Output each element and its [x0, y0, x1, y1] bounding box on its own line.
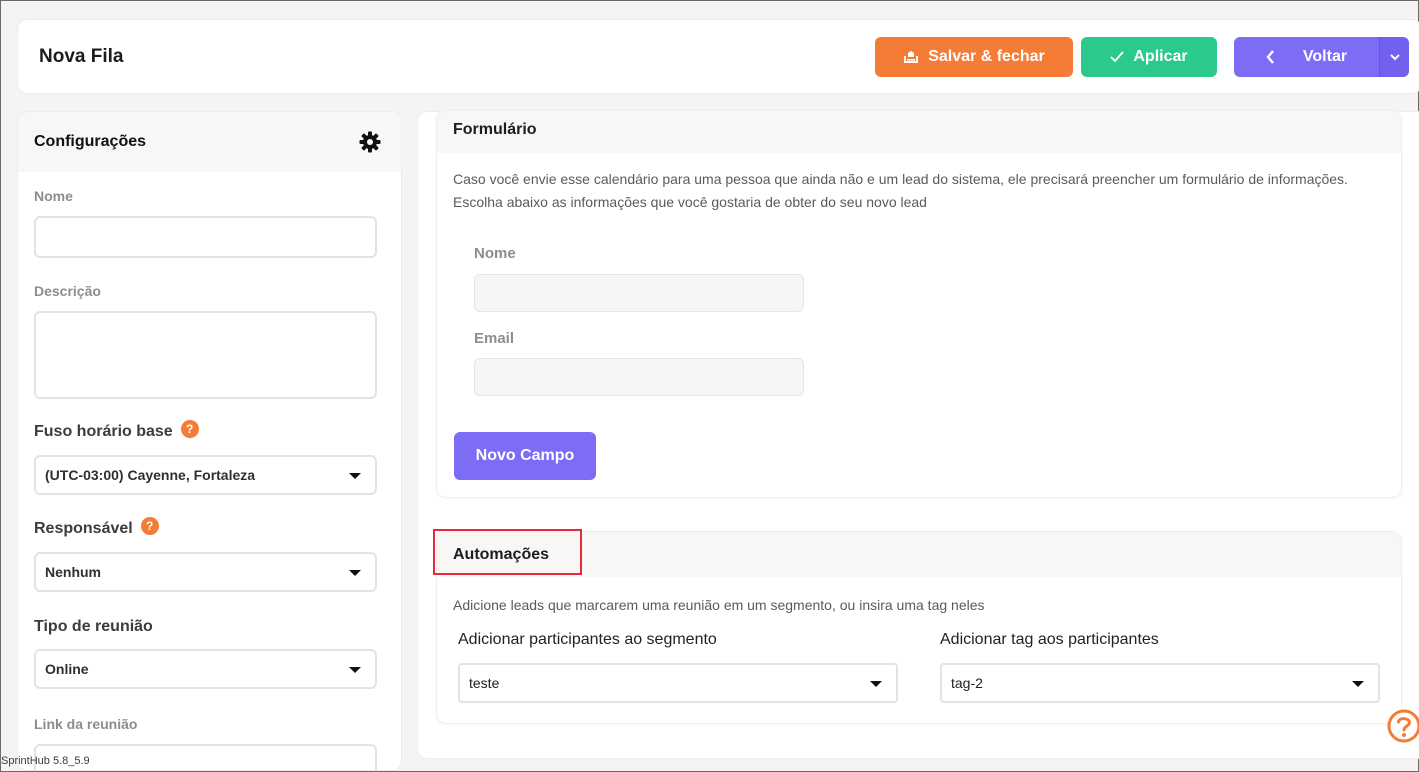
description-label: Descrição — [34, 283, 101, 299]
description-textarea[interactable] — [34, 311, 377, 399]
segment-select[interactable]: teste — [458, 663, 898, 703]
apply-button[interactable]: Aplicar — [1081, 37, 1217, 77]
chevron-down-icon — [1389, 53, 1400, 61]
form-card-header: Formulário — [437, 111, 1401, 153]
timezone-value: (UTC-03:00) Cayenne, Fortaleza — [45, 467, 256, 483]
help-circle-icon[interactable] — [1387, 707, 1419, 745]
back-button[interactable]: Voltar — [1234, 37, 1379, 77]
responsible-label: Responsável — [34, 520, 133, 537]
gear-icon[interactable] — [359, 131, 381, 158]
form-name-label: Nome — [474, 245, 516, 262]
tag-value: tag-2 — [951, 675, 983, 691]
form-title: Formulário — [453, 121, 537, 138]
caret-down-icon — [349, 473, 361, 479]
help-icon[interactable]: ? — [140, 517, 159, 535]
caret-down-icon — [1352, 681, 1364, 687]
timezone-label-row: Fuso horário base ? — [34, 420, 199, 441]
name-label: Nome — [34, 188, 73, 204]
page-header: Nova Fila Salvar & fechar Aplicar Voltar — [17, 19, 1419, 94]
automations-description: Adicione leads que marcarem uma reunião … — [453, 597, 985, 613]
main-panel: Formulário Caso você envie esse calendár… — [417, 110, 1419, 759]
save-close-icon — [903, 50, 919, 64]
configuration-panel: Configurações Nome Descrição Fuso horári… — [17, 111, 402, 771]
meeting-link-label: Link da reunião — [34, 716, 138, 732]
check-icon — [1110, 51, 1125, 63]
form-description-line1: Caso você envie esse calendário para uma… — [453, 171, 1348, 187]
version-text: SprintHub 5.8_5.9 — [1, 755, 90, 767]
page-title: Nova Fila — [39, 46, 124, 67]
meeting-type-label: Tipo de reunião — [34, 618, 153, 635]
form-email-label: Email — [474, 330, 515, 347]
form-description-line2: Escolha abaixo as informações que você g… — [453, 194, 927, 210]
segment-value: teste — [469, 675, 500, 691]
new-field-button[interactable]: Novo Campo — [454, 432, 596, 480]
caret-down-icon — [870, 681, 882, 687]
tag-label: Adicionar tag aos participantes — [940, 631, 1159, 648]
meeting-type-value: Online — [45, 661, 89, 677]
segment-label: Adicionar participantes ao segmento — [458, 631, 717, 648]
caret-down-icon — [349, 570, 361, 576]
help-icon[interactable]: ? — [180, 420, 199, 438]
caret-down-icon — [349, 667, 361, 673]
form-email-input[interactable] — [474, 358, 804, 396]
timezone-label: Fuso horário base — [34, 423, 173, 440]
timezone-select[interactable]: (UTC-03:00) Cayenne, Fortaleza — [34, 455, 377, 495]
form-name-input[interactable] — [474, 274, 804, 312]
chevron-left-icon — [1266, 50, 1275, 64]
save-and-close-button[interactable]: Salvar & fechar — [875, 37, 1073, 77]
form-card: Formulário Caso você envie esse calendár… — [436, 110, 1402, 498]
highlight-annotation — [433, 529, 582, 575]
back-dropdown-toggle[interactable] — [1379, 37, 1409, 77]
configuration-header: Configurações — [18, 112, 401, 172]
apply-button-label: Aplicar — [1133, 48, 1188, 65]
configuration-title: Configurações — [34, 133, 147, 150]
responsible-select[interactable]: Nenhum — [34, 552, 377, 592]
save-button-label: Salvar & fechar — [928, 48, 1045, 65]
responsible-value: Nenhum — [45, 564, 101, 580]
back-button-label: Voltar — [1302, 48, 1348, 65]
name-input[interactable] — [34, 216, 377, 258]
responsible-label-row: Responsável ? — [34, 517, 159, 538]
tag-select[interactable]: tag-2 — [940, 663, 1380, 703]
meeting-type-select[interactable]: Online — [34, 649, 377, 689]
